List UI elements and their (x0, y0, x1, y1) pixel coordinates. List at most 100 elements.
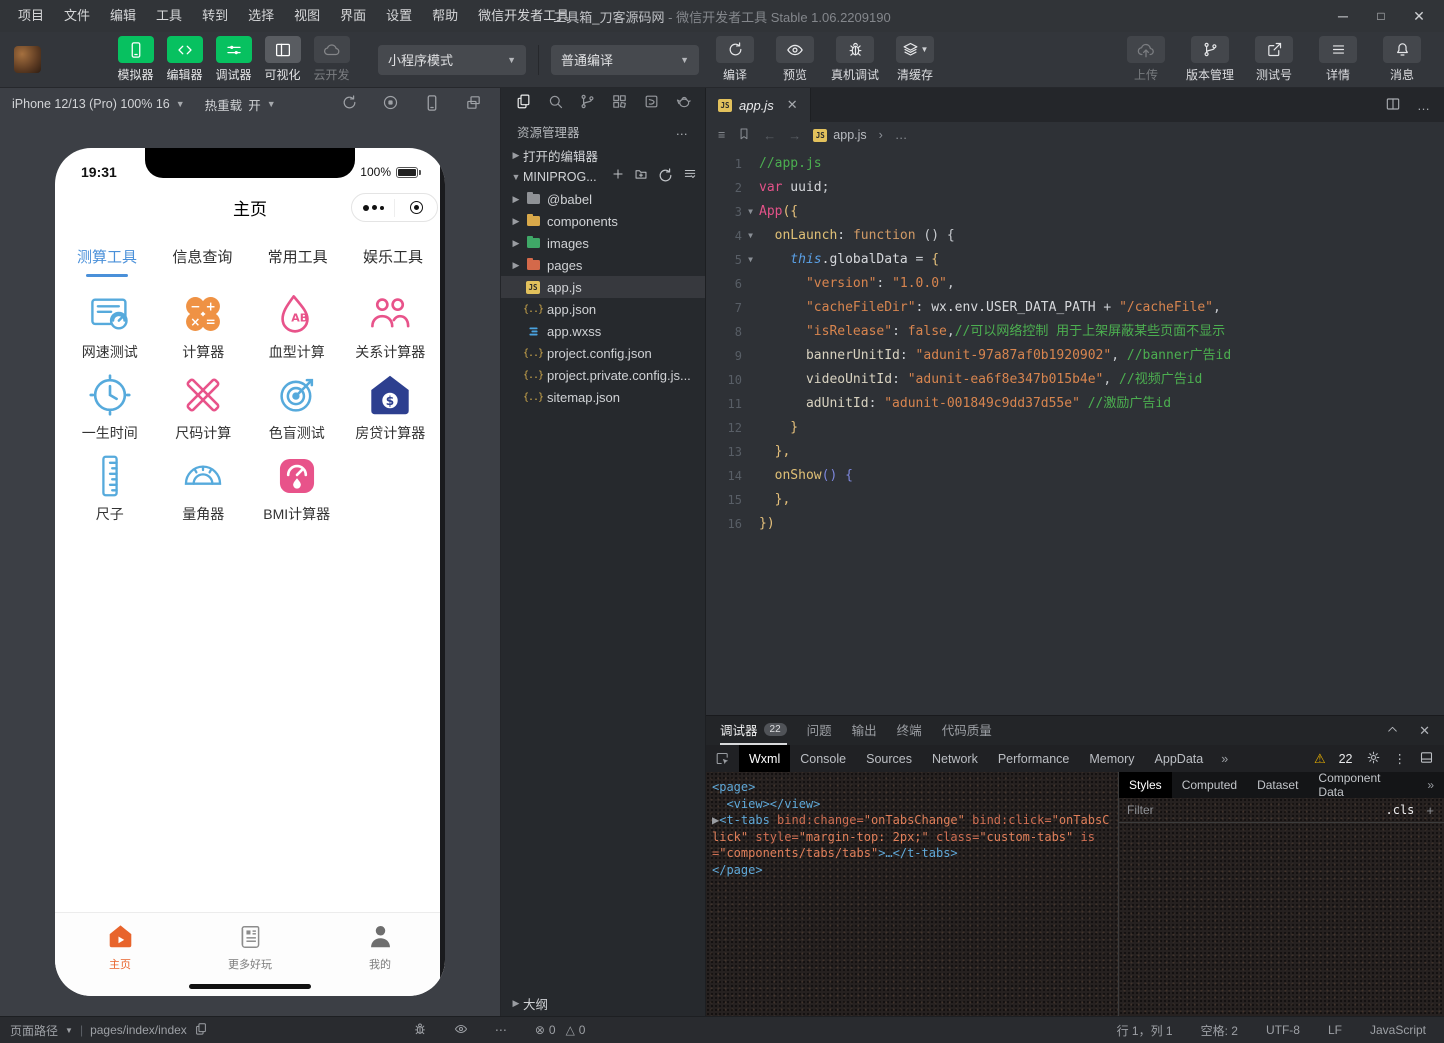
bookmark-icon[interactable] (737, 127, 751, 144)
file-tree-item[interactable]: {..} project.private.config.js... (501, 364, 705, 386)
tool-item[interactable]: AB 血型计算 (250, 291, 344, 362)
menu-item[interactable]: 帮助 (422, 0, 468, 32)
compile-mode-dropdown[interactable]: 普通编译 ▼ (551, 44, 699, 75)
project-section[interactable]: ▼ MINIPROG... (501, 166, 705, 188)
debugger-tab[interactable]: 输出 (852, 716, 877, 745)
maximize-button[interactable]: □ (1364, 2, 1398, 30)
eol[interactable]: LF (1328, 1023, 1342, 1037)
devtools-tab-console[interactable]: Console (790, 745, 856, 772)
file-tree-item[interactable]: {..} project.config.json (501, 342, 705, 364)
close-button[interactable]: ✕ (1402, 2, 1436, 30)
tabbar-item[interactable]: 主页 (55, 913, 185, 996)
menu-item[interactable]: 界面 (330, 0, 376, 32)
debugger-tab[interactable]: 终端 (897, 716, 922, 745)
wxml-node[interactable]: </page> (712, 862, 1112, 879)
fold-icon[interactable]: ▼ (742, 248, 759, 272)
new-file-icon[interactable] (611, 167, 625, 187)
file-tree-item[interactable]: {..} sitemap.json (501, 386, 705, 408)
close-capsule-button[interactable] (395, 201, 437, 214)
hot-reload-state[interactable]: 开 (248, 95, 261, 114)
kebab-menu-icon[interactable]: ⋮ (1394, 751, 1407, 766)
indentation[interactable]: 空格: 2 (1201, 1022, 1238, 1039)
file-tree-item[interactable]: app.wxss (501, 320, 705, 342)
category-tab[interactable]: 常用工具 (268, 246, 328, 277)
minimize-button[interactable]: ─ (1326, 2, 1360, 30)
device-frame-icon[interactable] (423, 94, 441, 115)
search-icon[interactable] (547, 93, 564, 113)
breadcrumb-file[interactable]: JS app.js (813, 128, 867, 142)
inspect-element-icon[interactable] (706, 751, 739, 766)
toggle-phone-button[interactable]: 模拟器 (111, 36, 160, 83)
settings-gear-icon[interactable] (1366, 750, 1381, 768)
tool-item[interactable]: 量角器 (157, 453, 251, 524)
compile-button[interactable]: 编译 (709, 36, 761, 83)
tool-item[interactable]: 一生时间 (63, 372, 157, 443)
source-control-icon[interactable] (579, 93, 596, 113)
stop-icon[interactable] (382, 94, 399, 115)
add-style-icon[interactable]: + (1414, 803, 1444, 818)
devtools-tab-wxml[interactable]: Wxml (739, 745, 791, 772)
wxml-tree-pane[interactable]: <page> <view></view> ▶<t-tabs bind:change… (706, 772, 1118, 1016)
file-tree-item[interactable]: ▶ @babel (501, 188, 705, 210)
copy-path-icon[interactable] (194, 1022, 208, 1039)
wxml-node[interactable]: <view></view> (712, 796, 1112, 813)
menu-item[interactable]: 选择 (238, 0, 284, 32)
refresh-icon[interactable] (657, 167, 674, 187)
styles-tab-component-data[interactable]: Component Data (1308, 771, 1417, 799)
forward-icon[interactable]: → (788, 128, 801, 143)
devtools-tab-appdata[interactable]: AppData (1145, 745, 1214, 772)
menu-item[interactable]: 编辑 (100, 0, 146, 32)
language-mode[interactable]: JavaScript (1370, 1023, 1426, 1037)
preview-eye-icon[interactable] (454, 1022, 468, 1039)
detach-window-icon[interactable] (465, 94, 482, 115)
tabbar-item[interactable]: 我的 (315, 913, 445, 996)
menu-item[interactable]: 视图 (284, 0, 330, 32)
file-tree-item[interactable]: JS app.js (501, 276, 705, 298)
teapot-icon[interactable] (675, 93, 692, 113)
menu-item[interactable]: 文件 (54, 0, 100, 32)
encoding[interactable]: UTF-8 (1266, 1023, 1300, 1037)
problem-counts[interactable]: ⊗ 0 △ 0 (535, 1023, 586, 1037)
tool-item[interactable]: 网速测试 (63, 291, 157, 362)
action-button[interactable]: 预览 (769, 36, 821, 83)
tool-item[interactable]: BMI计算器 (250, 453, 344, 524)
devtools-tab-sources[interactable]: Sources (856, 745, 922, 772)
files-icon[interactable] (515, 93, 532, 113)
cursor-position[interactable]: 行 1，列 1 (1117, 1022, 1173, 1039)
debugger-tab[interactable]: 代码质量 (942, 716, 992, 745)
collapse-panel-icon[interactable] (1386, 723, 1399, 739)
outline-section[interactable]: ▶ 大纲 (501, 992, 705, 1014)
debugger-tab[interactable]: 调试器 22 (720, 716, 787, 745)
status-more-icon[interactable]: ⋯ (495, 1023, 507, 1037)
wxml-node[interactable]: <page> (712, 779, 1112, 796)
extensions-icon[interactable] (611, 93, 628, 113)
devtools-tab-performance[interactable]: Performance (988, 745, 1080, 772)
close-panel-icon[interactable]: ✕ (1419, 723, 1430, 739)
hamburger-button[interactable]: 详情 (1310, 36, 1366, 83)
action-button[interactable]: ▼ 清缓存 (889, 36, 941, 83)
more-menu-button[interactable] (352, 204, 394, 211)
debugger-tab[interactable]: 问题 (807, 716, 832, 745)
editor-tab-appjs[interactable]: JS app.js ✕ (706, 88, 811, 122)
device-selector[interactable]: iPhone 12/13 (Pro) 100% 16 (12, 97, 170, 111)
menu-item[interactable]: 项目 (8, 0, 54, 32)
more-tabs-icon[interactable]: » (1417, 778, 1444, 792)
toggle-layout-button[interactable]: 可视化 (258, 36, 307, 83)
category-tab[interactable]: 娱乐工具 (363, 246, 423, 277)
file-tree-item[interactable]: ▶ pages (501, 254, 705, 276)
export-button[interactable]: 测试号 (1246, 36, 1302, 83)
editor-more-icon[interactable]: … (1417, 98, 1430, 113)
mode-dropdown[interactable]: 小程序模式 ▼ (378, 44, 526, 75)
file-tree-item[interactable]: {..} app.json (501, 298, 705, 320)
outline-list-icon[interactable]: ≡ (718, 128, 725, 142)
close-tab-icon[interactable]: ✕ (787, 97, 798, 113)
more-tabs-icon[interactable]: » (1213, 752, 1236, 766)
toggle-code-button[interactable]: 编辑器 (160, 36, 209, 83)
menu-item[interactable]: 设置 (376, 0, 422, 32)
styles-tab-computed[interactable]: Computed (1172, 772, 1247, 798)
cls-button[interactable]: .cls (1386, 803, 1415, 817)
fold-icon[interactable]: ▼ (742, 224, 759, 248)
warning-icon[interactable]: ⚠ (1314, 751, 1326, 767)
action-button[interactable]: 真机调试 (829, 36, 881, 83)
open-editors-section[interactable]: ▶ 打开的编辑器 (501, 144, 705, 166)
